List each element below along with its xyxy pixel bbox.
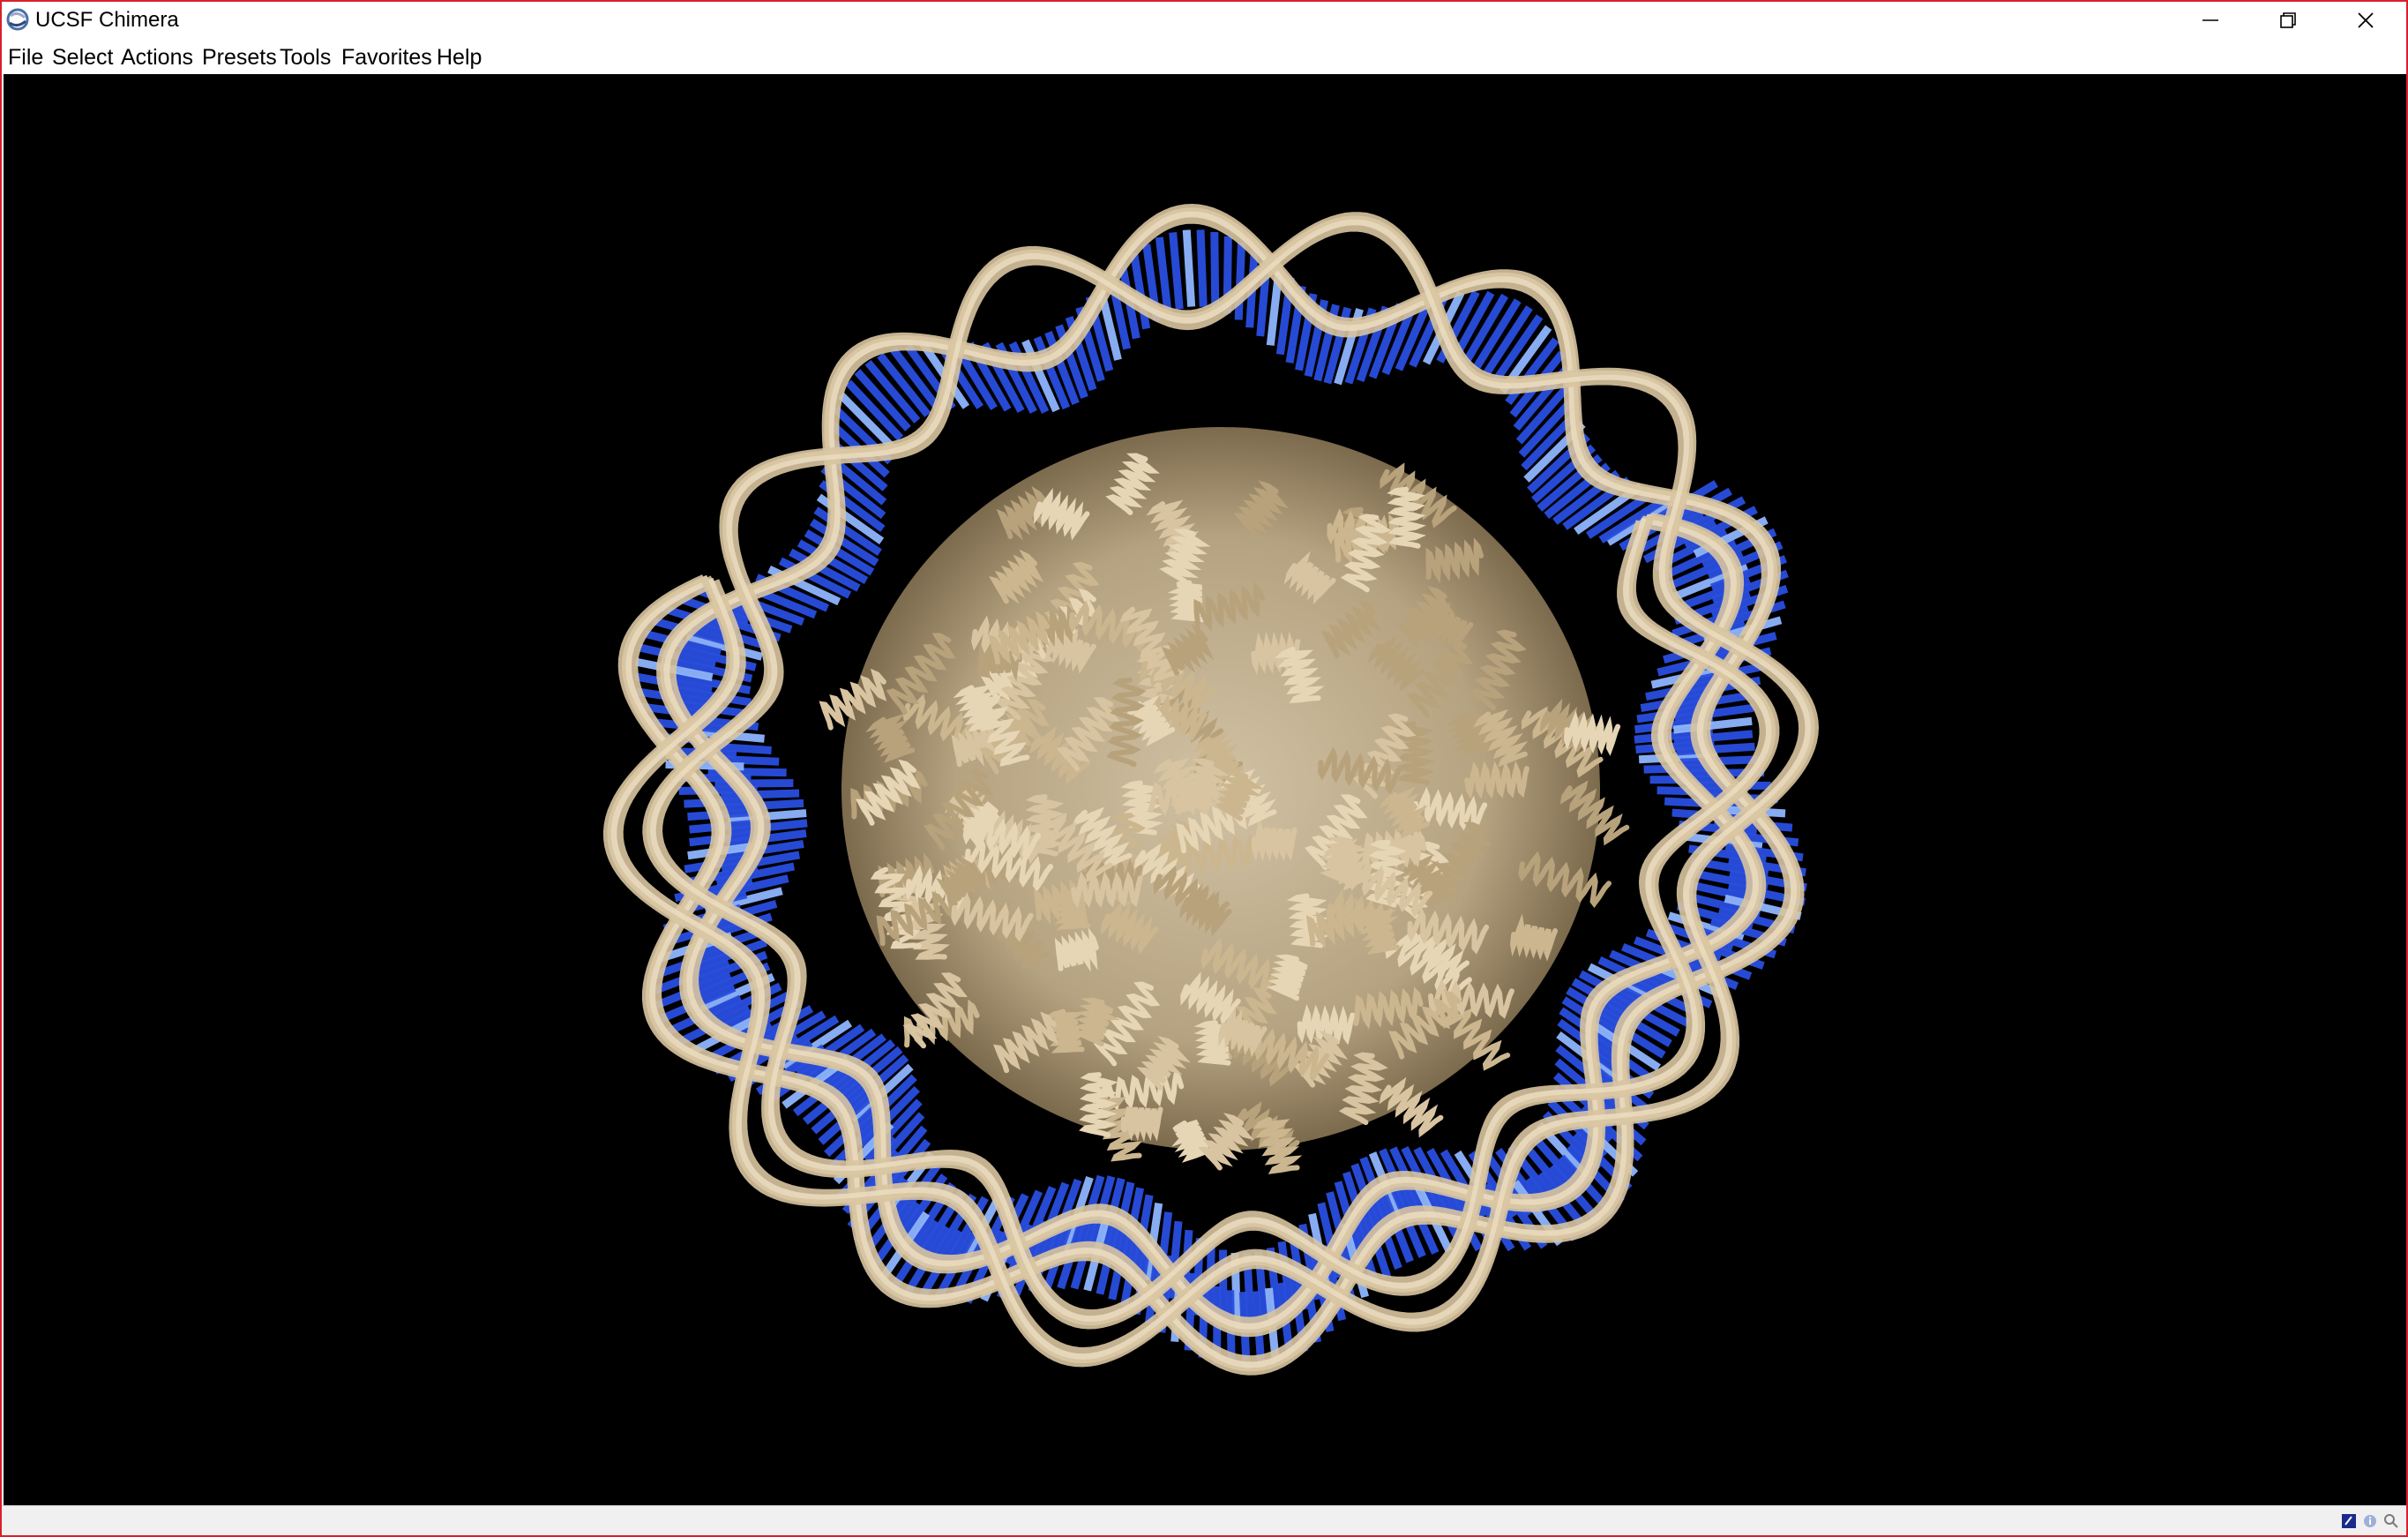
close-button[interactable] xyxy=(2327,2,2404,39)
graphics-viewport[interactable] xyxy=(4,74,2406,1505)
status-icons xyxy=(2341,1511,2399,1531)
chimera-app-icon xyxy=(6,8,29,31)
minimize-button[interactable] xyxy=(2172,2,2249,39)
title-bar[interactable]: UCSF Chimera xyxy=(2,2,2406,39)
status-bar xyxy=(2,1505,2406,1535)
menu-bar: File Select Actions Presets Tools Favori… xyxy=(2,41,2406,74)
window-title: UCSF Chimera xyxy=(35,8,179,32)
restore-icon xyxy=(2280,12,2296,28)
menu-help[interactable]: Help xyxy=(436,44,482,71)
menu-favorites[interactable]: Favorites xyxy=(340,44,433,71)
menu-file[interactable]: File xyxy=(7,44,44,71)
nucleosome-molecule-render[interactable] xyxy=(4,74,2406,1505)
close-icon xyxy=(2358,12,2374,28)
menu-tools[interactable]: Tools xyxy=(279,44,332,71)
chimera-window: UCSF Chimera File Select Actions Presets… xyxy=(0,0,2408,1537)
minimize-icon xyxy=(2202,19,2218,21)
info-icon[interactable] xyxy=(2362,1513,2378,1529)
menu-select[interactable]: Select xyxy=(51,44,114,71)
zoom-icon[interactable] xyxy=(2383,1513,2399,1529)
histone-core-group xyxy=(819,427,1630,1174)
command-line-icon[interactable] xyxy=(2341,1513,2357,1529)
restore-button[interactable] xyxy=(2249,2,2327,39)
menu-presets[interactable]: Presets xyxy=(201,44,278,71)
menu-actions[interactable]: Actions xyxy=(120,44,194,71)
